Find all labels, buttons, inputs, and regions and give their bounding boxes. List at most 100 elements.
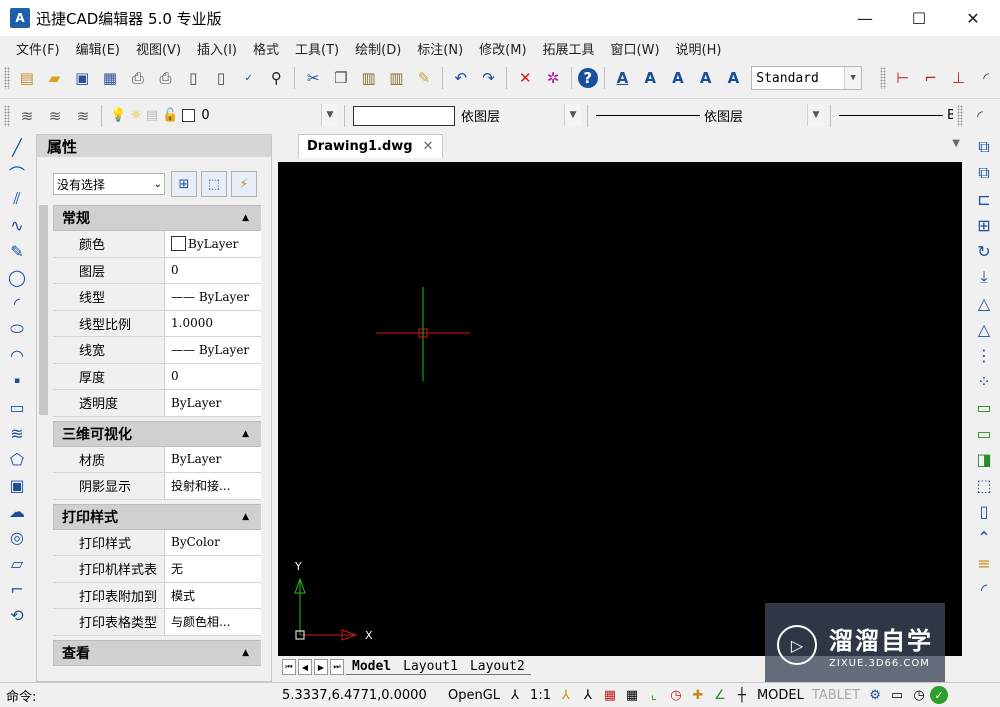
lineweight-select[interactable]: B bbox=[835, 104, 953, 128]
toolbar-grip[interactable] bbox=[880, 67, 887, 89]
box-3d-icon[interactable]: ⬚ bbox=[968, 472, 1000, 498]
renderer-button[interactable]: OpenGL bbox=[444, 688, 504, 703]
trim-icon[interactable]: ▭ bbox=[968, 394, 1000, 420]
chevron-down-icon[interactable]: ▼ bbox=[807, 103, 824, 126]
arc-icon[interactable]: ◜ bbox=[968, 104, 992, 128]
print-preview-icon[interactable]: ⎙ bbox=[126, 66, 150, 90]
tab-model[interactable]: Model bbox=[346, 659, 398, 675]
maximize-button[interactable]: ☐ bbox=[892, 0, 946, 36]
collapse-icon[interactable]: ▲ bbox=[242, 512, 249, 522]
text-edit-icon[interactable]: A bbox=[666, 66, 690, 90]
property-row[interactable]: 打印表附加到 模式 bbox=[53, 582, 261, 609]
select-objects-icon[interactable]: ⬚ bbox=[201, 171, 227, 197]
new-file-icon[interactable]: ▤ bbox=[15, 66, 39, 90]
property-value[interactable]: 1.0000 bbox=[165, 311, 261, 337]
mtext-icon[interactable]: A bbox=[638, 66, 662, 90]
color-select[interactable]: 依图层 ▼ bbox=[349, 103, 581, 128]
property-value[interactable]: —— ByLayer bbox=[165, 337, 261, 363]
tab-layout2[interactable]: Layout2 bbox=[463, 659, 531, 675]
clean-screen-icon[interactable]: ◷ bbox=[908, 684, 930, 706]
save-icon[interactable]: ▣ bbox=[70, 66, 94, 90]
status-ok-icon[interactable]: ✓ bbox=[930, 686, 949, 704]
property-row[interactable]: 线型 —— ByLayer bbox=[53, 284, 261, 311]
scale-icon[interactable]: ⋮ bbox=[968, 342, 1000, 368]
spellcheck-icon[interactable]: ✓ bbox=[237, 66, 261, 90]
line-icon[interactable]: ╱ bbox=[0, 134, 34, 160]
lineweight-icon[interactable]: ┼ bbox=[731, 684, 753, 706]
section-header[interactable]: 三维可视化 ▲ bbox=[53, 420, 261, 447]
arc-icon[interactable]: ◜ bbox=[0, 290, 34, 316]
chevron-down-icon[interactable]: ▼ bbox=[321, 103, 338, 126]
circle-icon[interactable]: ◯ bbox=[0, 264, 34, 290]
property-row[interactable]: 阴影显示 投射和接... bbox=[53, 473, 261, 500]
match-properties-icon[interactable]: ✎ bbox=[412, 66, 436, 90]
menu-draw[interactable]: 绘制(D) bbox=[347, 39, 409, 58]
toolbar-grip[interactable] bbox=[4, 67, 10, 89]
spline-icon[interactable]: ∿ bbox=[0, 212, 34, 238]
text-find-icon[interactable]: A bbox=[694, 66, 718, 90]
toggle-pickadd-icon[interactable]: ⊞ bbox=[171, 171, 197, 197]
fillet-icon[interactable]: ≡ bbox=[968, 550, 1000, 576]
toolbar-grip[interactable] bbox=[4, 104, 10, 127]
property-value[interactable]: 0 bbox=[165, 364, 261, 390]
paste-special-icon[interactable]: ▥ bbox=[384, 66, 408, 90]
explode-icon[interactable]: ✲ bbox=[541, 66, 565, 90]
menu-tools[interactable]: 工具(T) bbox=[287, 39, 347, 58]
next-layout-icon[interactable]: ▶ bbox=[314, 659, 328, 675]
menu-format[interactable]: 格式 bbox=[245, 39, 287, 58]
mirror-copy-icon[interactable]: △ bbox=[968, 316, 1000, 342]
ellipse-icon[interactable]: ⬭ bbox=[0, 316, 34, 342]
break-icon[interactable]: ◨ bbox=[968, 446, 1000, 472]
redo-icon[interactable]: ↷ bbox=[477, 66, 501, 90]
property-row[interactable]: 线宽 —— ByLayer bbox=[53, 337, 261, 364]
print-icon[interactable]: ⎙ bbox=[154, 66, 178, 90]
otrack-icon[interactable]: ∠ bbox=[709, 684, 731, 706]
hatch-icon[interactable]: ⟲ bbox=[0, 602, 34, 628]
help-icon[interactable]: ? bbox=[577, 68, 598, 88]
preview-icon[interactable]: ▯ bbox=[181, 66, 205, 90]
chevron-down-icon[interactable]: ⌄ bbox=[154, 179, 162, 190]
dim-ordinate-icon[interactable]: ⊥ bbox=[947, 66, 971, 90]
menu-dimension[interactable]: 标注(N) bbox=[409, 39, 471, 58]
section-header[interactable]: 打印样式 ▲ bbox=[53, 503, 261, 530]
move-icon[interactable]: ⤓ bbox=[968, 264, 1000, 290]
property-value[interactable]: 与颜色相... bbox=[165, 609, 261, 635]
dim-linear-icon[interactable]: ⊢ bbox=[891, 66, 915, 90]
ellipse-arc-icon[interactable]: ◠ bbox=[0, 342, 34, 368]
cut-icon[interactable]: ✂ bbox=[301, 66, 325, 90]
menu-help[interactable]: 说明(H) bbox=[668, 39, 730, 58]
auto-scale-icon[interactable]: ⅄ bbox=[577, 684, 599, 706]
mirror-icon[interactable]: △ bbox=[968, 290, 1000, 316]
undo-icon[interactable]: ↶ bbox=[449, 66, 473, 90]
find-binoculars-icon[interactable]: ⚲ bbox=[265, 66, 289, 90]
property-row[interactable]: 线型比例 1.0000 bbox=[53, 310, 261, 337]
text-scale-icon[interactable]: A bbox=[722, 66, 746, 90]
layer-manager-icon[interactable]: ≋ bbox=[15, 104, 39, 128]
property-value[interactable]: 投射和接... bbox=[165, 473, 261, 499]
menu-view[interactable]: 视图(V) bbox=[128, 39, 189, 58]
close-button[interactable]: ✕ bbox=[946, 0, 1000, 36]
settings-gear-icon[interactable]: ⚙ bbox=[864, 684, 886, 706]
panel-scrollbar[interactable] bbox=[39, 205, 48, 415]
extend-icon[interactable]: ▭ bbox=[968, 420, 1000, 446]
lengthen-icon[interactable]: ▯ bbox=[968, 498, 1000, 524]
property-row[interactable]: 图层 0 bbox=[53, 257, 261, 284]
collapse-icon[interactable]: ▲ bbox=[242, 429, 249, 439]
menu-extend-tools[interactable]: 拓展工具 bbox=[535, 39, 603, 58]
polygon-icon[interactable]: ⬠ bbox=[0, 446, 34, 472]
stretch-icon[interactable]: ⁘ bbox=[968, 368, 1000, 394]
collapse-icon[interactable]: ▲ bbox=[242, 213, 249, 223]
scale-button[interactable]: 1:1 bbox=[526, 688, 555, 703]
layer-select[interactable]: 💡 ☼ ▤ 🔓 0 ▼ bbox=[106, 103, 338, 128]
paste-icon[interactable]: ▥ bbox=[357, 66, 381, 90]
copy-icon[interactable]: ⧉ bbox=[968, 134, 1000, 160]
collapse-icon[interactable]: ▲ bbox=[242, 648, 249, 658]
annotation-scale-icon[interactable]: ⅄ bbox=[504, 684, 526, 706]
copy-multiple-icon[interactable]: ⧉ bbox=[968, 160, 1000, 186]
revision-cloud-icon[interactable]: ☁ bbox=[0, 498, 34, 524]
section-header[interactable]: 常规 ▲ bbox=[53, 205, 261, 231]
tab-drawing1[interactable]: Drawing1.dwg ✕ bbox=[298, 134, 443, 158]
section-header[interactable]: 查看 ▲ bbox=[53, 639, 261, 666]
first-layout-icon[interactable]: ⏮ bbox=[282, 659, 296, 675]
chamfer-icon[interactable]: ⌃ bbox=[968, 524, 1000, 550]
